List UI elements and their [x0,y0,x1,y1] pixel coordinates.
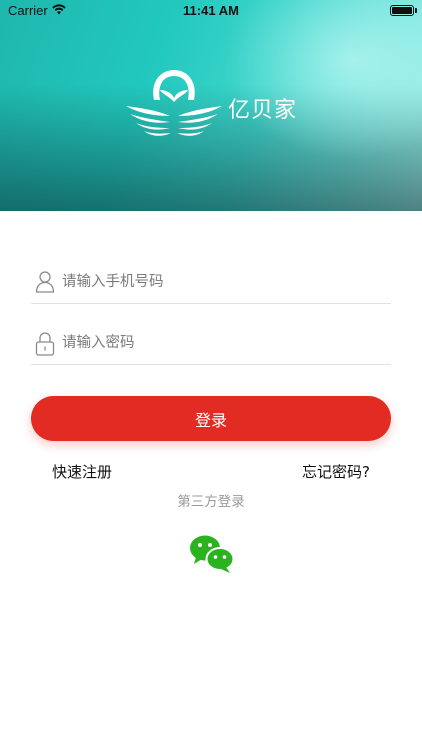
wechat-icon [190,535,235,573]
lock-icon [35,331,55,361]
battery-icon [390,5,417,16]
swan-logo-icon [126,70,222,136]
forgot-password-link[interactable]: 忘记密码? [302,461,370,482]
login-button[interactable]: 登录 [31,396,391,441]
status-bar: Carrier 11:41 AM [0,0,422,22]
brand-name: 亿贝家 [228,98,298,123]
user-icon [35,270,55,298]
brand-logo: 亿贝家 [124,66,304,146]
password-input[interactable] [62,331,382,355]
wechat-login-button[interactable] [188,533,236,575]
phone-field[interactable] [31,264,391,304]
clock-time: 11:41 AM [183,3,239,18]
phone-input[interactable] [62,270,382,294]
register-link[interactable]: 快速注册 [52,461,112,482]
header-banner: Carrier 11:41 AM 亿贝家 [0,0,422,211]
third-party-login-label: 第三方登录 [177,494,245,510]
password-field[interactable] [31,325,391,365]
